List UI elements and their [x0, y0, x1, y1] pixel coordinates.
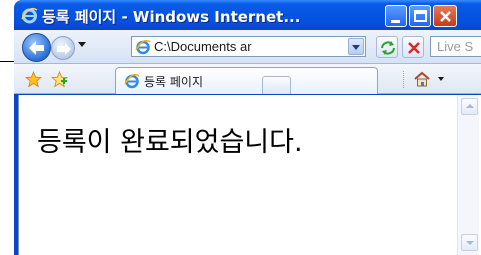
ie-logo-icon — [21, 7, 38, 24]
completion-message: 등록이 완료되었습니다. — [37, 127, 303, 158]
ie-page-icon — [135, 39, 151, 55]
title-bar: 등록 페이지 - Windows Internet... — [14, 0, 481, 30]
recent-pages-dropdown[interactable] — [78, 42, 86, 47]
toolbar-separator — [403, 71, 404, 88]
home-dropdown-button[interactable] — [438, 77, 444, 81]
refresh-button[interactable] — [376, 36, 398, 58]
navigation-bar: C:\Documents ar Live S — [14, 30, 481, 64]
home-icon[interactable] — [413, 70, 431, 88]
new-tab-button[interactable] — [262, 76, 291, 94]
add-favorites-icon[interactable] — [50, 70, 69, 88]
search-placeholder: Live S — [437, 39, 474, 54]
address-dropdown-button[interactable] — [348, 38, 364, 55]
address-bar[interactable]: C:\Documents ar — [131, 36, 366, 57]
address-text: C:\Documents ar — [154, 39, 252, 54]
stop-icon — [408, 42, 420, 54]
refresh-icon — [381, 41, 395, 55]
minimize-button[interactable] — [385, 5, 407, 27]
browser-window: 등록 페이지 - Windows Internet... C:\Document… — [14, 0, 481, 255]
page-content: 등록이 완료되었습니다. — [18, 95, 481, 255]
maximize-button[interactable] — [409, 5, 431, 27]
tab-bar: 등록 페이지 — [14, 64, 481, 94]
close-button[interactable] — [433, 5, 457, 27]
search-input[interactable]: Live S — [430, 36, 481, 57]
vertical-scrollbar[interactable] — [457, 95, 479, 255]
forward-arrow-icon — [57, 43, 71, 55]
back-button[interactable] — [22, 33, 51, 62]
favorites-star-icon[interactable] — [24, 70, 43, 88]
scroll-up-button[interactable] — [461, 98, 478, 115]
window-title: 등록 페이지 - Windows Internet... — [42, 8, 301, 26]
tab-registration-page[interactable]: 등록 페이지 — [115, 67, 378, 94]
forward-button[interactable] — [51, 36, 75, 60]
stop-button[interactable] — [402, 36, 424, 58]
back-arrow-icon — [29, 41, 44, 55]
tab-label: 등록 페이지 — [144, 75, 204, 89]
scroll-down-button[interactable] — [461, 234, 478, 251]
ie-page-icon — [124, 73, 140, 89]
